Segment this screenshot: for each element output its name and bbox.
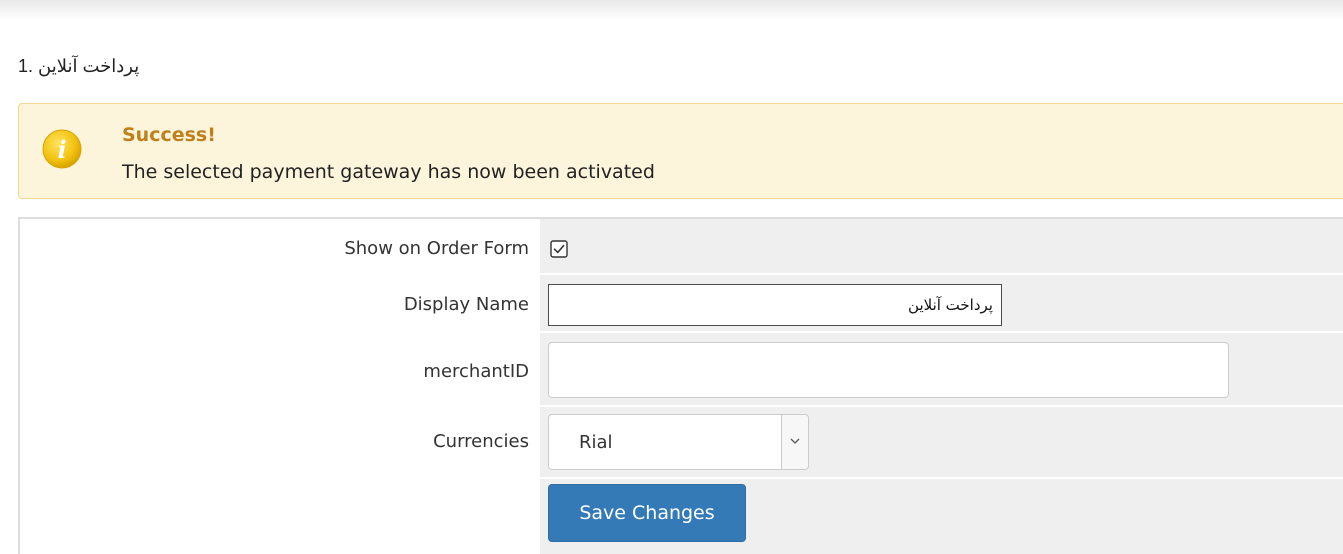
success-alert: i Success! The selected payment gateway … xyxy=(18,103,1343,199)
top-shade xyxy=(0,0,1343,20)
display-name-input[interactable] xyxy=(548,284,1002,326)
alert-heading: Success! xyxy=(122,124,216,146)
row-divider xyxy=(540,405,1343,407)
row-divider xyxy=(540,273,1343,275)
merchant-id-input[interactable] xyxy=(548,342,1229,398)
gateway-title: پرداخت آنلاین .1 xyxy=(18,56,140,76)
row-divider xyxy=(540,477,1343,479)
info-icon: i xyxy=(42,129,82,169)
show-on-order-form-checkbox[interactable] xyxy=(550,240,568,258)
display-name-label: Display Name xyxy=(403,294,529,315)
row-divider xyxy=(540,331,1343,333)
currencies-selected-value: Rial xyxy=(579,432,613,453)
currencies-select[interactable]: Rial xyxy=(548,414,809,470)
save-changes-button[interactable]: Save Changes xyxy=(548,484,746,542)
chevron-down-icon xyxy=(790,438,800,444)
select-arrow-button[interactable] xyxy=(781,415,808,469)
merchant-id-label: merchantID xyxy=(423,361,529,382)
alert-message: The selected payment gateway has now bee… xyxy=(122,161,655,183)
currencies-label: Currencies xyxy=(433,431,529,452)
svg-text:i: i xyxy=(57,135,66,164)
show-on-order-form-label: Show on Order Form xyxy=(344,238,529,259)
